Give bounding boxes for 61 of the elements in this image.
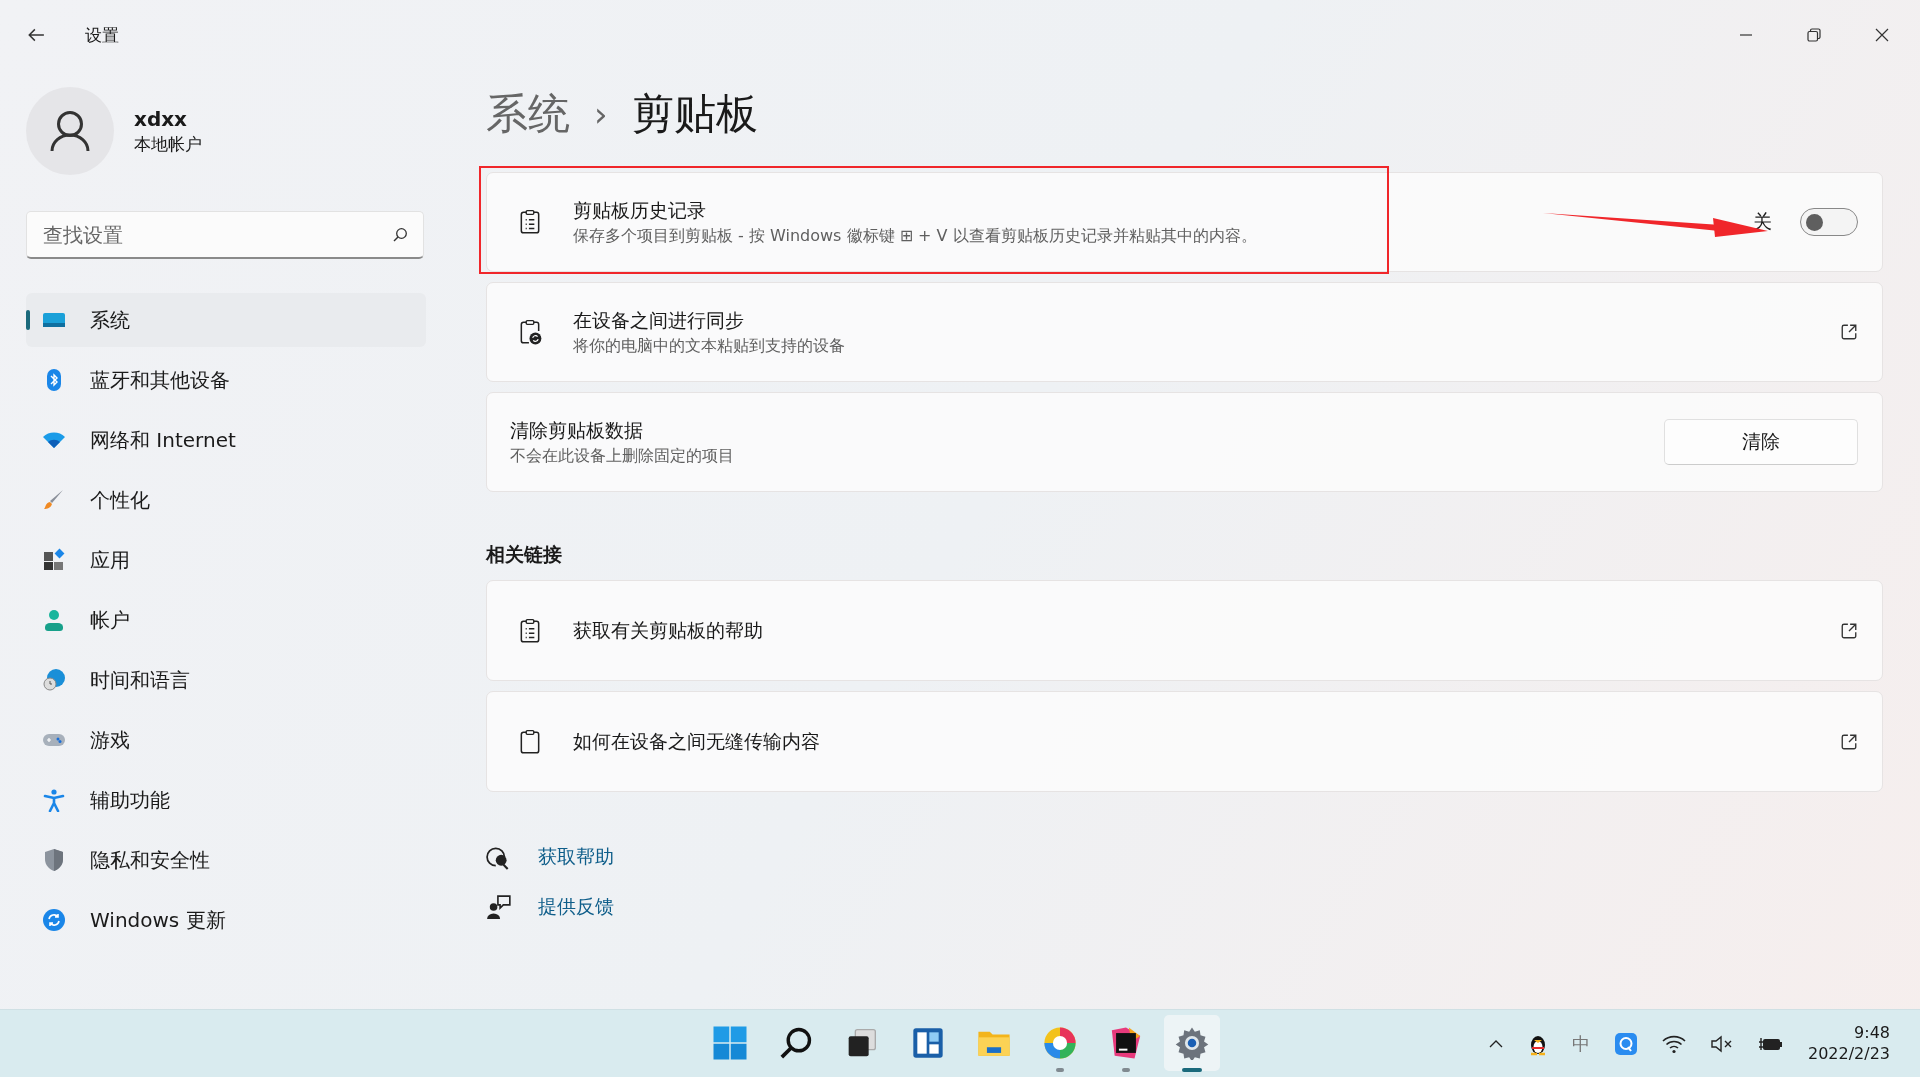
nav-item[interactable]: 网络和 Internet	[26, 413, 426, 467]
color-wheel-icon	[1043, 1026, 1077, 1060]
accessibility-icon	[42, 788, 66, 812]
clear-button[interactable]: 清除	[1664, 419, 1858, 465]
shield-icon	[42, 848, 66, 872]
person-icon	[42, 608, 66, 632]
setting-title: 剪贴板历史记录	[573, 197, 707, 223]
search-icon	[779, 1026, 813, 1060]
external-link-icon[interactable]	[1840, 323, 1858, 341]
brush-icon	[42, 488, 66, 512]
external-link-icon[interactable]	[1840, 732, 1858, 751]
page-title: 剪贴板	[631, 88, 758, 140]
task-view-icon	[846, 1027, 878, 1059]
update-icon	[42, 908, 66, 932]
setting-description: 不会在此设备上删除固定的项目	[510, 445, 735, 467]
nav-item[interactable]: 系统	[26, 293, 426, 347]
nav-item[interactable]: 个性化	[26, 473, 426, 527]
search-field[interactable]: 查找设置	[26, 211, 424, 259]
nav-item[interactable]: 游戏	[26, 713, 426, 767]
settings-icon	[1175, 1026, 1209, 1060]
nav-item[interactable]: 帐户	[26, 593, 426, 647]
speaker-muted-icon[interactable]	[1709, 1033, 1734, 1054]
ide-icon	[1109, 1026, 1143, 1060]
setting-description: 将你的电脑中的文本粘贴到支持的设备	[573, 335, 846, 357]
input-method-indicator[interactable]: 中	[1571, 1031, 1590, 1056]
section-heading: 相关链接	[486, 542, 563, 567]
setting-title: 在设备之间进行同步	[573, 307, 745, 333]
toggle-state-label: 关	[1753, 209, 1772, 234]
help-link[interactable]: 获取帮助	[538, 844, 614, 870]
globe-clock-icon	[42, 668, 66, 692]
nav-item[interactable]: 应用	[26, 533, 426, 587]
account-type: 本地帐户	[134, 132, 202, 156]
wifi-icon[interactable]	[1661, 1033, 1686, 1054]
external-link-icon[interactable]	[1840, 621, 1858, 640]
avatar-icon	[26, 87, 114, 175]
feedback-icon	[486, 894, 512, 920]
windows-start-icon	[712, 1025, 748, 1061]
user-name: xdxx	[134, 106, 189, 131]
related-link[interactable]: 获取有关剪贴板的帮助	[486, 580, 1883, 681]
toggle-switch[interactable]	[1800, 208, 1858, 236]
app-tray-icon[interactable]	[1613, 1031, 1638, 1056]
widgets-icon	[912, 1027, 944, 1059]
clock-date[interactable]: 2022/2/23	[1807, 1043, 1890, 1065]
breadcrumb-parent[interactable]: 系统	[486, 86, 570, 142]
nav-item[interactable]: 辅助功能	[26, 773, 426, 827]
setting-description: 保存多个项目到剪贴板 - 按 Windows 徽标键 ⊞ + V 以查看剪贴板历史记录并粘贴其中的内容。	[573, 225, 1258, 247]
nav-item[interactable]: 隐私和安全性	[26, 833, 426, 887]
window-title: 设置	[85, 23, 119, 47]
nav-item[interactable]: 蓝牙和其他设备	[26, 353, 426, 407]
restore-icon[interactable]	[1806, 27, 1822, 43]
back-icon[interactable]	[27, 26, 45, 44]
related-link[interactable]: 如何在设备之间无缝传输内容	[486, 691, 1883, 792]
search-icon[interactable]	[392, 227, 408, 243]
setting-title: 清除剪贴板数据	[510, 417, 644, 443]
apps-icon	[42, 548, 66, 572]
nav-item[interactable]: Windows 更新	[26, 893, 426, 947]
help-link[interactable]: 提供反馈	[538, 894, 614, 920]
nav-item[interactable]: 时间和语言	[26, 653, 426, 707]
breadcrumb-separator: ›	[594, 94, 608, 134]
clock-time[interactable]: 9:48	[1854, 1022, 1890, 1044]
close-icon[interactable]	[1874, 27, 1890, 43]
